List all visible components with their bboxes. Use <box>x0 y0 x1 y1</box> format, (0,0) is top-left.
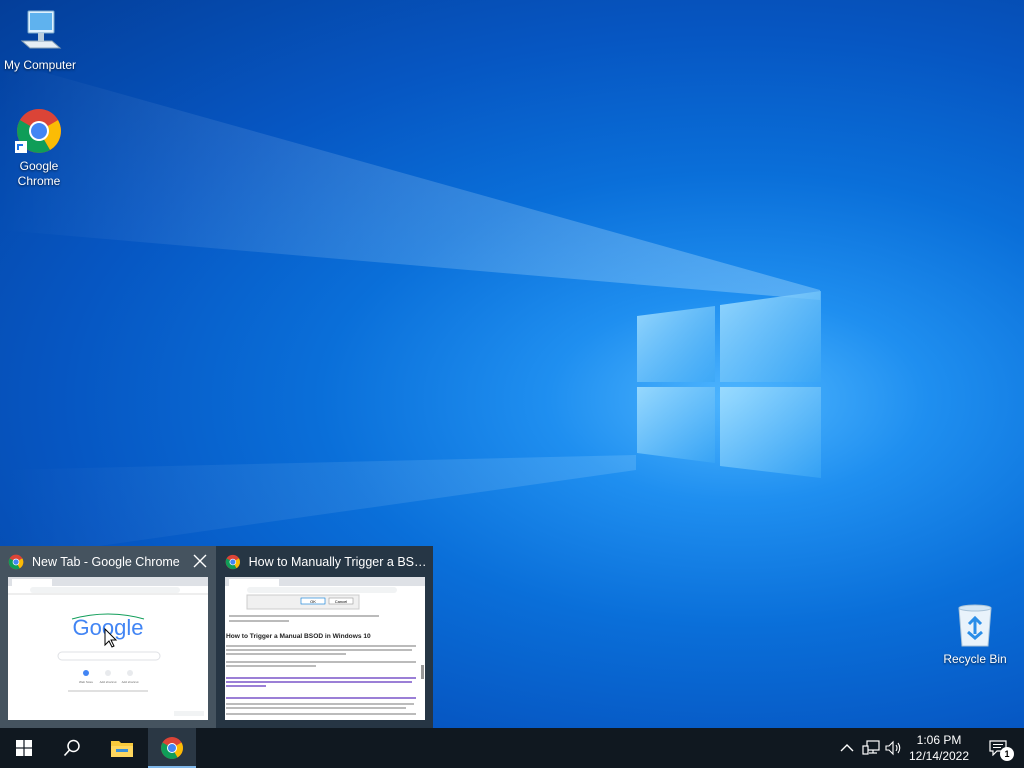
desktop-icon-label-line2: Chrome <box>17 174 61 188</box>
network-icon <box>862 740 880 755</box>
desktop-icon-recycle-bin[interactable]: Recycle Bin <box>935 602 1015 667</box>
clock-time: 1:06 PM <box>916 733 962 747</box>
thumbnail-title: New Tab - Google Chrome <box>32 555 180 569</box>
thumbnail-preview-new-tab: Google Web Store Add shortcut Add shortc… <box>8 577 208 720</box>
file-explorer-button[interactable] <box>98 728 146 768</box>
shortcut-label: Add shortcut <box>122 680 139 684</box>
article-heading: How to Trigger a Manual BSOD in Windows … <box>226 633 371 640</box>
search-icon <box>63 739 80 757</box>
dialog-ok-button: OK <box>310 599 316 604</box>
desktop-icon-label: My Computer <box>3 58 77 72</box>
thumbnail-title-row: How to Manually Trigger a BSO... <box>225 552 430 572</box>
thumbnail-preview-article: OK Cancel How to Trigger a Manual BSOD i… <box>225 577 425 720</box>
action-center-button[interactable]: 1 <box>978 728 1018 768</box>
dialog-cancel-button: Cancel <box>335 599 348 604</box>
start-button[interactable] <box>0 728 48 768</box>
notification-badge: 1 <box>1000 747 1014 761</box>
chrome-icon <box>225 554 240 570</box>
system-clock[interactable]: 1:06 PM 12/14/2022 <box>906 732 972 764</box>
taskbar: 1:06 PM 12/14/2022 1 <box>0 728 1024 768</box>
taskbar-thumbnail-popup: New Tab - Google Chrome Google Web Store… <box>0 546 433 728</box>
computer-icon <box>20 10 62 49</box>
volume-button[interactable] <box>884 738 904 758</box>
thumbnail-title: How to Manually Trigger a BSO... <box>248 555 430 569</box>
show-hidden-icons-button[interactable] <box>837 738 857 758</box>
chevron-up-icon <box>840 744 854 752</box>
desktop-icon-my-computer[interactable]: My Computer <box>0 8 80 73</box>
chrome-icon <box>15 109 61 153</box>
thumbnail-new-tab[interactable]: New Tab - Google Chrome Google Web Store… <box>0 546 216 728</box>
network-button[interactable] <box>861 738 881 758</box>
windows-logo-icon <box>16 740 32 756</box>
desktop-icon-label: Recycle Bin <box>943 652 1007 666</box>
shortcut-label: Web Store <box>79 680 93 684</box>
folder-icon <box>111 741 133 757</box>
thumbnail-title-row: New Tab - Google Chrome <box>8 552 208 572</box>
search-button[interactable] <box>48 728 96 768</box>
desktop-icon-google-chrome[interactable]: Google Chrome <box>0 107 79 189</box>
recycle-bin-icon <box>958 604 992 647</box>
desktop-icon-label-line1: Google <box>19 159 59 173</box>
shortcut-label: Add shortcut <box>100 680 117 684</box>
speaker-icon <box>885 740 901 756</box>
browser-preview: Google Web Store Add shortcut Add shortc… <box>8 577 208 716</box>
browser-preview: OK Cancel How to Trigger a Manual BSOD i… <box>225 577 425 715</box>
chrome-icon <box>161 737 183 759</box>
close-icon[interactable] <box>192 553 208 569</box>
clock-date: 12/14/2022 <box>908 749 970 763</box>
chrome-taskbar-button[interactable] <box>148 728 196 768</box>
chrome-icon <box>8 554 24 570</box>
thumbnail-bsod-article[interactable]: How to Manually Trigger a BSO... OK Canc… <box>217 546 433 728</box>
